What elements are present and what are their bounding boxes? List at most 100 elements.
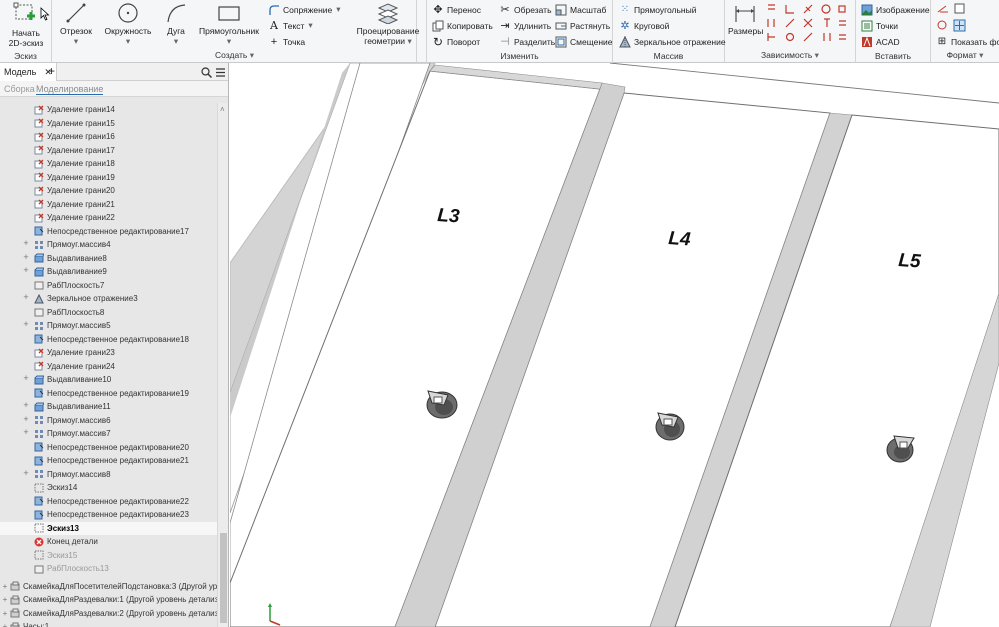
tree-item[interactable]: Непосредственное редактирование18 [0,333,217,347]
expand-icon[interactable]: + [0,609,10,618]
tree-item[interactable]: Эскиз15 [0,549,217,563]
tree-item[interactable]: Непосредственное редактирование23 [0,508,217,522]
circular-pattern-icon: ✲ [620,19,630,32]
tree-item[interactable]: Удаление грани18 [0,157,217,171]
tree-item[interactable]: Эскиз14 [0,481,217,495]
line-button[interactable]: Отрезок ▾ [58,2,94,46]
split-button[interactable]: ⊣ Разделить [499,34,555,49]
expand-icon[interactable]: + [22,238,30,248]
tree-item[interactable]: Непосредственное редактирование22 [0,495,217,509]
trim-button[interactable]: ✂ Обрезать [499,2,551,17]
fillet-button[interactable]: Сопряжение ▾ [268,2,341,17]
tree-item[interactable]: Непосредственное редактирование19 [0,387,217,401]
show-format-button[interactable]: ⊞ Показать фор [936,34,999,49]
dimension-button[interactable]: Размеры [728,2,763,36]
tree-item[interactable]: + Прямоуг.массив7 [0,427,217,441]
tree-item[interactable]: Удаление грани22 [0,211,217,225]
tree-item[interactable]: РабПлоскость13 [0,562,217,576]
expand-icon[interactable]: + [22,292,30,302]
tree-item[interactable]: + Выдавливание9 [0,265,217,279]
assembly-node[interactable]: + Часы:1 [0,620,217,627]
expand-icon[interactable]: + [22,400,30,410]
add-tab-icon[interactable]: + [48,65,55,78]
tree-item[interactable]: + Выдавливание8 [0,252,217,266]
text-button[interactable]: A Текст ▾ [268,18,313,33]
rectangle-button[interactable]: Прямоугольник ▾ [198,2,260,46]
tree-item[interactable]: Удаление грани21 [0,198,217,212]
circle-button[interactable]: Окружность ▾ [104,2,152,46]
browser-scrollbar[interactable]: ˄ [217,103,228,627]
tree-item[interactable]: Непосредственное редактирование20 [0,441,217,455]
subtab-modeling[interactable]: Моделирование [36,84,104,95]
tree-item[interactable]: РабПлоскость7 [0,279,217,293]
points-label: Точки [876,20,898,31]
expand-icon[interactable]: + [22,414,30,424]
tree-item[interactable]: Удаление грани14 [0,103,217,117]
expand-icon[interactable]: + [0,622,10,627]
offset-button[interactable]: Смещение [555,34,613,49]
assembly-node[interactable]: + СкамейкаДляРаздевалки:2 (Другой уровень… [0,607,217,621]
tree-item[interactable]: + Прямоуг.массив6 [0,414,217,428]
tree-item[interactable]: + Прямоуг.массив4 [0,238,217,252]
tree-item[interactable]: + Зеркальное отражение3 [0,292,217,306]
panel-title-create[interactable]: Создать ▾ [52,50,417,61]
scale-button[interactable]: Масштаб [555,2,606,17]
arc-icon [167,4,186,23]
tree-item[interactable]: + Выдавливание10 [0,373,217,387]
tree-item[interactable]: Удаление грани24 [0,360,217,374]
assembly-node[interactable]: + СкамейкаДляРаздевалки:1 (Другой уровень… [0,593,217,607]
expand-icon[interactable]: + [22,265,30,275]
extend-button[interactable]: ⇥ Удлинить [499,18,551,33]
tree-item-label: Выдавливание9 [47,267,107,277]
panel-title-format[interactable]: Формат ▾ [931,50,999,61]
tree-item[interactable]: Удаление грани17 [0,144,217,158]
acad-button[interactable]: ACAD [861,34,900,49]
arc-button[interactable]: Дуга ▾ [160,2,192,46]
format-icons[interactable] [936,3,966,33]
expand-icon[interactable]: + [0,582,10,591]
copy-button[interactable]: Копировать [432,18,493,33]
rect-pattern-button[interactable]: ⁙ Прямоугольный [619,2,697,17]
tree-item[interactable]: + Прямоуг.массив5 [0,319,217,333]
expand-icon[interactable]: + [22,373,30,383]
move-button[interactable]: ✥ Перенос [432,2,481,17]
constraint-icons-grid[interactable] [766,3,850,47]
search-icon[interactable] [201,67,212,78]
expand-icon[interactable]: + [22,252,30,262]
expand-icon[interactable]: + [22,319,30,329]
tree-item[interactable]: + Выдавливание11 [0,400,217,414]
tree-item[interactable]: Удаление грани23 [0,346,217,360]
rotate-button[interactable]: ↻ Поворот [432,34,480,49]
subtab-assembly[interactable]: Сборка [4,84,35,94]
browser-scroll-thumb[interactable] [220,533,227,623]
tree-item[interactable]: РабПлоскость8 [0,306,217,320]
tree-item[interactable]: Конец детали [0,535,217,549]
tree-item[interactable]: Удаление грани19 [0,171,217,185]
image-label: Изображение [876,4,930,15]
circ-pattern-button[interactable]: ✲ Круговой [619,18,669,33]
tree-item[interactable]: Удаление грани15 [0,117,217,131]
scroll-up-icon[interactable]: ˄ [220,105,225,114]
tree-item[interactable]: Эскиз13 [0,521,217,535]
tree-item[interactable]: Удаление грани16 [0,130,217,144]
mirror-button[interactable]: Зеркальное отражение [619,34,726,49]
image-button[interactable]: Изображение [861,2,930,17]
panel-title-constrain[interactable]: Зависимость ▾ [725,50,855,61]
stretch-button[interactable]: Растянуть [555,18,610,33]
tree-item[interactable]: + Прямоуг.массив8 [0,468,217,482]
expand-icon[interactable]: + [22,468,30,478]
viewport-scene[interactable]: L3 L4 L5 [230,63,999,627]
hook-icon-l4[interactable] [655,412,685,441]
graphics-viewport[interactable]: L3 L4 L5 [230,63,999,627]
tree-item-label: Прямоуг.массив7 [47,429,111,439]
project-geometry-button[interactable]: Проецирование геометрии ▾ [352,2,424,46]
expand-icon[interactable]: + [22,427,30,437]
menu-icon[interactable] [215,67,226,78]
tree-item[interactable]: Удаление грани20 [0,184,217,198]
tree-item[interactable]: Непосредственное редактирование21 [0,454,217,468]
expand-icon[interactable]: + [0,595,10,604]
tree-item[interactable]: Непосредственное редактирование17 [0,225,217,239]
point-button[interactable]: + Точка [268,34,305,49]
assembly-node[interactable]: + СкамейкаДляПосетителейПодстановка:3 (Др… [0,580,217,594]
points-button[interactable]: Точки [861,18,898,33]
